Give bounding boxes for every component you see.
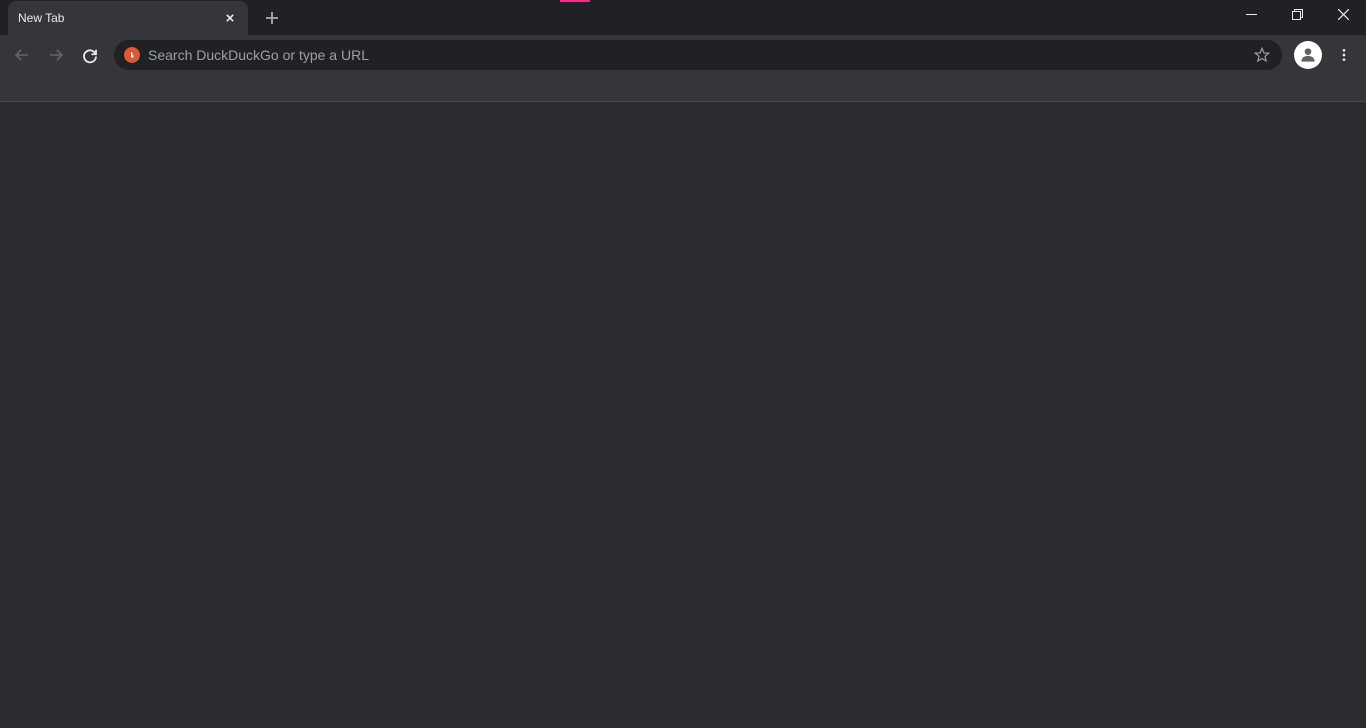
close-tab-button[interactable] <box>222 10 238 26</box>
title-bar: New Tab <box>0 0 1366 35</box>
forward-button[interactable] <box>40 39 72 71</box>
search-engine-icon <box>124 47 140 63</box>
tab-title: New Tab <box>18 11 222 25</box>
maximize-button[interactable] <box>1274 0 1320 28</box>
plus-icon <box>266 12 278 24</box>
reload-button[interactable] <box>74 39 106 71</box>
duckduckgo-icon <box>127 50 137 60</box>
bookmark-button[interactable] <box>1252 45 1272 65</box>
new-tab-button[interactable] <box>258 4 286 32</box>
close-icon <box>1338 9 1349 20</box>
reload-icon <box>81 46 99 64</box>
window-controls <box>1228 0 1366 35</box>
omnibox-input[interactable] <box>148 47 1244 63</box>
profile-button[interactable] <box>1294 41 1322 69</box>
bookmarks-bar-area <box>0 75 1366 102</box>
kebab-menu-icon <box>1336 47 1352 63</box>
person-icon <box>1298 45 1318 65</box>
browser-tab[interactable]: New Tab <box>8 1 248 35</box>
close-icon <box>226 14 234 22</box>
toolbar <box>0 35 1366 75</box>
top-accent-indicator <box>560 0 590 2</box>
back-button[interactable] <box>6 39 38 71</box>
arrow-right-icon <box>47 46 65 64</box>
close-window-button[interactable] <box>1320 0 1366 28</box>
minimize-button[interactable] <box>1228 0 1274 28</box>
star-icon <box>1254 47 1270 63</box>
arrow-left-icon <box>13 46 31 64</box>
maximize-icon <box>1292 9 1303 20</box>
page-content <box>0 102 1366 728</box>
address-bar[interactable] <box>114 40 1282 70</box>
minimize-icon <box>1246 9 1257 20</box>
menu-button[interactable] <box>1328 39 1360 71</box>
